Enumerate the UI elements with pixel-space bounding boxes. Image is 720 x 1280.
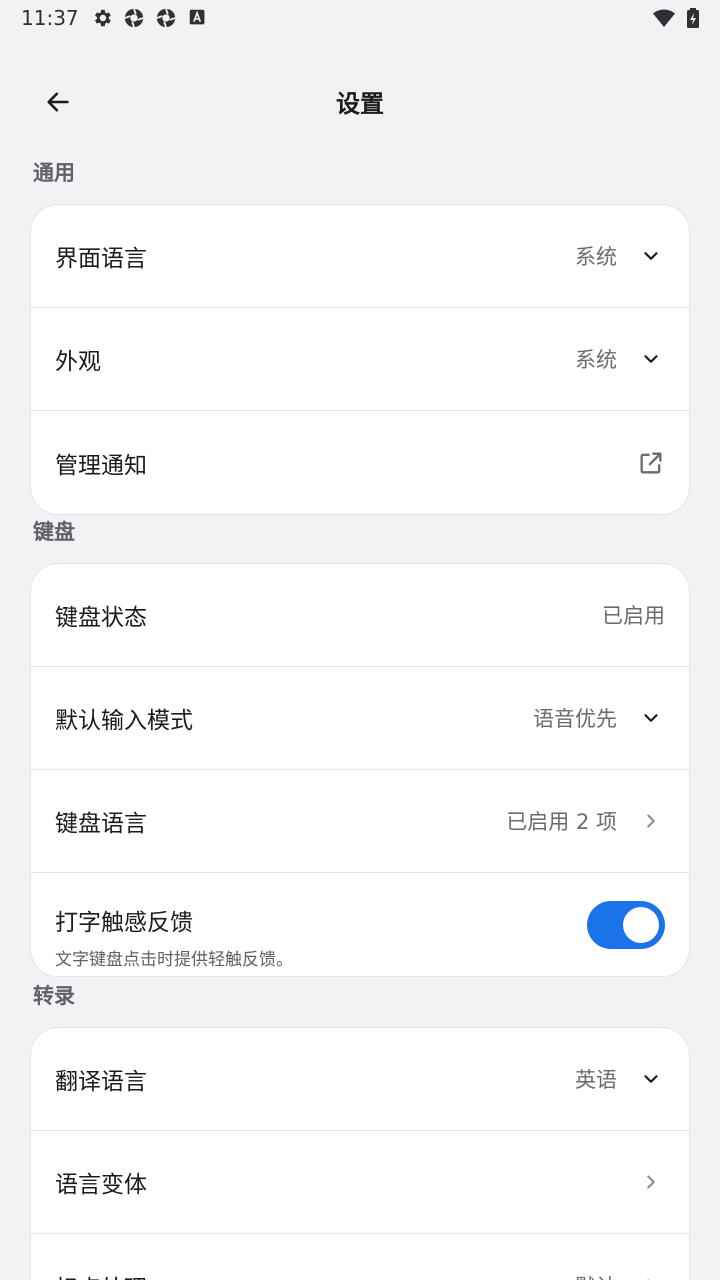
status-bar: 11:37 [0, 0, 720, 40]
setting-translation-language[interactable]: 翻译语言 英语 [31, 1028, 689, 1131]
shutter-icon [123, 7, 145, 29]
setting-interface-language[interactable]: 界面语言 系统 [31, 205, 689, 308]
chevron-right-icon [637, 1168, 665, 1196]
setting-language-variant[interactable]: 语言变体 [31, 1131, 689, 1234]
row-value: 已启用 [602, 604, 665, 628]
keyboard-card: 键盘状态 已启用 默认输入模式 语音优先 键盘语言 已启用 2 项 打字触感反馈… [30, 563, 690, 977]
status-icons-left [91, 7, 209, 29]
chevron-down-icon [637, 704, 665, 732]
chevron-right-icon [637, 807, 665, 835]
wifi-icon [652, 7, 676, 33]
row-label: 外观 [55, 349, 101, 375]
chevron-right-icon [637, 1272, 665, 1280]
transcription-card: 翻译语言 英语 语言变体 标点处理 默认 [30, 1027, 690, 1280]
shutter-icon [155, 7, 177, 29]
status-time: 11:37 [21, 6, 79, 30]
setting-appearance[interactable]: 外观 系统 [31, 308, 689, 411]
setting-typing-haptics[interactable]: 打字触感反馈 文字键盘点击时提供轻触反馈。 [31, 873, 689, 976]
row-label: 默认输入模式 [55, 708, 193, 734]
chevron-down-icon [637, 1065, 665, 1093]
setting-default-input-mode[interactable]: 默认输入模式 语音优先 [31, 667, 689, 770]
setting-keyboard-languages[interactable]: 键盘语言 已启用 2 项 [31, 770, 689, 873]
row-label: 翻译语言 [55, 1069, 147, 1095]
setting-punctuation[interactable]: 标点处理 默认 [31, 1234, 689, 1280]
open-external-icon [637, 449, 665, 477]
row-label: 打字触感反馈 [55, 910, 193, 936]
row-value: 默认 [575, 1271, 617, 1280]
status-icons-right [652, 7, 700, 33]
general-card: 界面语言 系统 外观 系统 管理通知 [30, 204, 690, 515]
row-value: 系统 [575, 245, 617, 269]
row-label: 键盘状态 [55, 605, 147, 631]
keyboard-a-icon [187, 7, 209, 29]
row-value: 系统 [575, 348, 617, 372]
gear-icon [91, 7, 113, 29]
chevron-down-icon [637, 242, 665, 270]
toggle-knob [623, 906, 659, 943]
section-header-transcription: 转录 [33, 984, 75, 1008]
row-value: 已启用 2 项 [506, 810, 617, 834]
page-title: 设置 [336, 90, 384, 118]
row-label: 标点处理 [55, 1269, 147, 1280]
setting-keyboard-status[interactable]: 键盘状态 已启用 [31, 564, 689, 667]
battery-charging-icon [686, 7, 700, 33]
row-value: 语音优先 [533, 707, 617, 731]
row-value: 英语 [575, 1068, 617, 1092]
setting-manage-notifications[interactable]: 管理通知 [31, 411, 689, 514]
haptics-toggle[interactable] [587, 900, 665, 949]
row-label: 键盘语言 [55, 811, 147, 837]
row-label: 界面语言 [55, 246, 147, 272]
app-bar: 设置 [0, 60, 720, 140]
row-label: 管理通知 [55, 452, 147, 479]
row-label: 语言变体 [55, 1172, 147, 1198]
section-header-general: 通用 [33, 161, 75, 185]
section-header-keyboard: 键盘 [33, 520, 75, 544]
row-sublabel: 文字键盘点击时提供轻触反馈。 [55, 950, 293, 970]
chevron-down-icon [637, 345, 665, 373]
